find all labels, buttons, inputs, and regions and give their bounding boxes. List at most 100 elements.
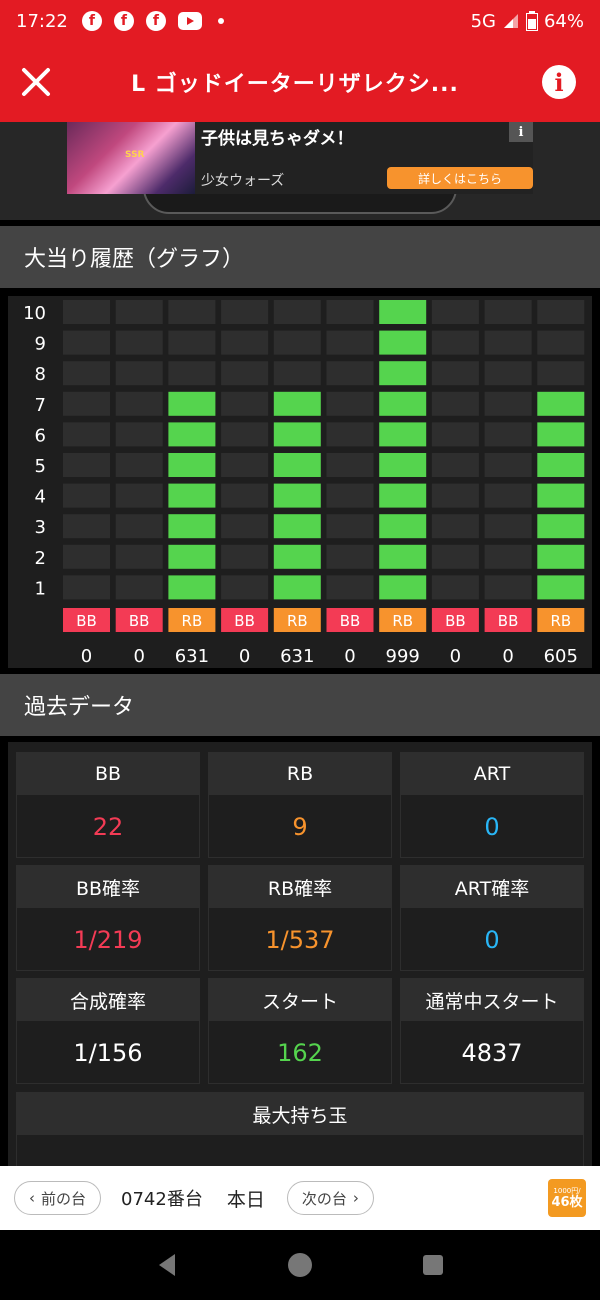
bar-cell-empty	[484, 575, 532, 600]
next-machine-button[interactable]: 次の台 ›	[286, 1181, 374, 1215]
bar-cell-empty	[168, 361, 216, 386]
stat-card-rb-rate: RB確率 1/537	[208, 865, 392, 971]
stat-card-normal-start: 通常中スタート 4837	[400, 978, 584, 1084]
bonus-type-label: RB	[392, 612, 413, 630]
back-icon[interactable]	[153, 1251, 181, 1279]
bar-cell-empty	[326, 514, 374, 539]
bar-cell-empty	[168, 300, 216, 324]
bar-cell-empty	[221, 453, 269, 477]
y-tick-label: 6	[35, 425, 46, 446]
info-button[interactable]: i	[518, 42, 600, 122]
bar-cell-filled	[537, 514, 585, 539]
bar-cell-empty	[537, 300, 585, 324]
bar-cell-empty	[221, 361, 269, 386]
network-label: 5G	[470, 10, 496, 32]
past-section-header: 過去データ	[0, 674, 600, 736]
ad-cta-button[interactable]: 詳しくはこちら	[387, 167, 533, 189]
machine-number: 0742番台	[121, 1189, 203, 1210]
games-count-label: 0	[81, 646, 92, 667]
bar-cell-empty	[484, 544, 532, 569]
prev-machine-button[interactable]: ‹ 前の台	[14, 1181, 102, 1215]
bar-cell-empty	[221, 422, 269, 447]
games-count-label: 631	[175, 646, 209, 667]
bar-cell-empty	[63, 361, 110, 386]
stat-card-rb: RB 9	[208, 752, 392, 858]
bar-cell-filled	[168, 422, 216, 447]
ad-banner[interactable]: SSR 子供は見ちゃダメ！ 少女ウォーズ 詳しくはこちら i	[67, 122, 533, 194]
stat-label: RB	[209, 753, 391, 795]
bar-cell-empty	[326, 575, 374, 600]
bar-cell-empty	[115, 453, 163, 477]
bar-cell-filled	[273, 422, 321, 447]
games-count-label: 0	[133, 646, 144, 667]
bonus-type-label: RB	[550, 612, 571, 630]
bar-cell-filled	[379, 300, 427, 324]
bar-cell-filled	[168, 514, 216, 539]
bonus-type-label: BB	[340, 612, 361, 630]
stat-value: 162	[277, 1039, 323, 1067]
bar-cell-filled	[379, 391, 427, 416]
home-icon[interactable]	[286, 1251, 314, 1279]
y-tick-label: 8	[35, 364, 46, 385]
bar-cell-filled	[168, 575, 216, 600]
bar-cell-empty	[221, 483, 269, 508]
bar-cell-empty	[221, 300, 269, 324]
close-button[interactable]	[0, 42, 72, 122]
stat-label: 通常中スタート	[401, 979, 583, 1021]
bar-cell-empty	[484, 422, 532, 447]
stat-card-art: ART 0	[400, 752, 584, 858]
stat-label: BB	[17, 753, 199, 795]
ad-image-badge: SSR	[125, 150, 145, 160]
bar-cell-filled	[273, 514, 321, 539]
bar-cell-filled	[168, 391, 216, 416]
y-tick-label: 4	[35, 487, 46, 508]
ad-info-icon[interactable]: i	[509, 122, 533, 142]
stat-label: 合成確率	[17, 979, 199, 1021]
bar-cell-filled	[168, 453, 216, 477]
past-data-panel: BB 22 RB 9 ART 0 BB確率 1/219 RB確率 1/537 A…	[8, 742, 592, 1166]
y-tick-label: 7	[35, 395, 46, 416]
bar-cell-empty	[221, 330, 269, 355]
page-title: L ゴッドイーターリザレクシ...	[131, 72, 459, 97]
bar-cell-empty	[431, 422, 479, 447]
bar-cell-empty	[431, 483, 479, 508]
y-tick-label: 3	[35, 517, 46, 538]
bar-cell-filled	[273, 544, 321, 569]
stat-card-start: スタート 162	[208, 978, 392, 1084]
ad-text: 子供は見ちゃダメ！ 少女ウォーズ 詳しくはこちら i	[195, 122, 533, 194]
bar-cell-empty	[484, 391, 532, 416]
stat-value: 1/537	[265, 926, 335, 954]
bonus-type-label: BB	[234, 612, 255, 630]
bar-cell-empty	[326, 453, 374, 477]
bar-cell-empty	[115, 544, 163, 569]
graph-section-title: 大当り履歴（グラフ）	[24, 247, 245, 272]
stat-value: 4837	[461, 1039, 523, 1067]
bar-cell-empty	[326, 483, 374, 508]
recents-icon[interactable]	[419, 1251, 447, 1279]
bar-cell-empty	[537, 361, 585, 386]
y-tick-label: 2	[35, 548, 46, 569]
stat-value: 22	[92, 813, 124, 841]
stat-card-max-balls: 最大持ち玉	[16, 1092, 584, 1166]
content-area[interactable]: SSR 子供は見ちゃダメ！ 少女ウォーズ 詳しくはこちら i 大当り履歴（グラフ…	[0, 122, 600, 1166]
bar-cell-empty	[326, 544, 374, 569]
bonus-type-label: RB	[287, 612, 308, 630]
bar-cell-empty	[273, 361, 321, 386]
bar-cell-empty	[63, 422, 110, 447]
jackpot-history-chart: 1 2 3 4 5 6 7 8 9 10 BB 0 BB 0 RB 631 BB 0 RB 631 BB 0 RB 999 BB…	[8, 296, 592, 668]
bar-cell-empty	[431, 544, 479, 569]
bar-cell-empty	[431, 330, 479, 355]
stat-card-bb: BB 22	[16, 752, 200, 858]
bar-cell-empty	[326, 330, 374, 355]
bonus-type-label: BB	[76, 612, 97, 630]
info-icon: i	[542, 65, 576, 99]
games-count-label: 0	[502, 646, 513, 667]
bar-cell-empty	[273, 330, 321, 355]
coin-rate-badge[interactable]: 1000円/ 46枚	[548, 1179, 586, 1217]
y-tick-label: 5	[35, 456, 46, 477]
games-count-label: 605	[544, 646, 578, 667]
bar-cell-filled	[537, 575, 585, 600]
facebook-icon: f	[145, 11, 166, 31]
stat-label: スタート	[209, 979, 391, 1021]
bar-cell-empty	[326, 391, 374, 416]
